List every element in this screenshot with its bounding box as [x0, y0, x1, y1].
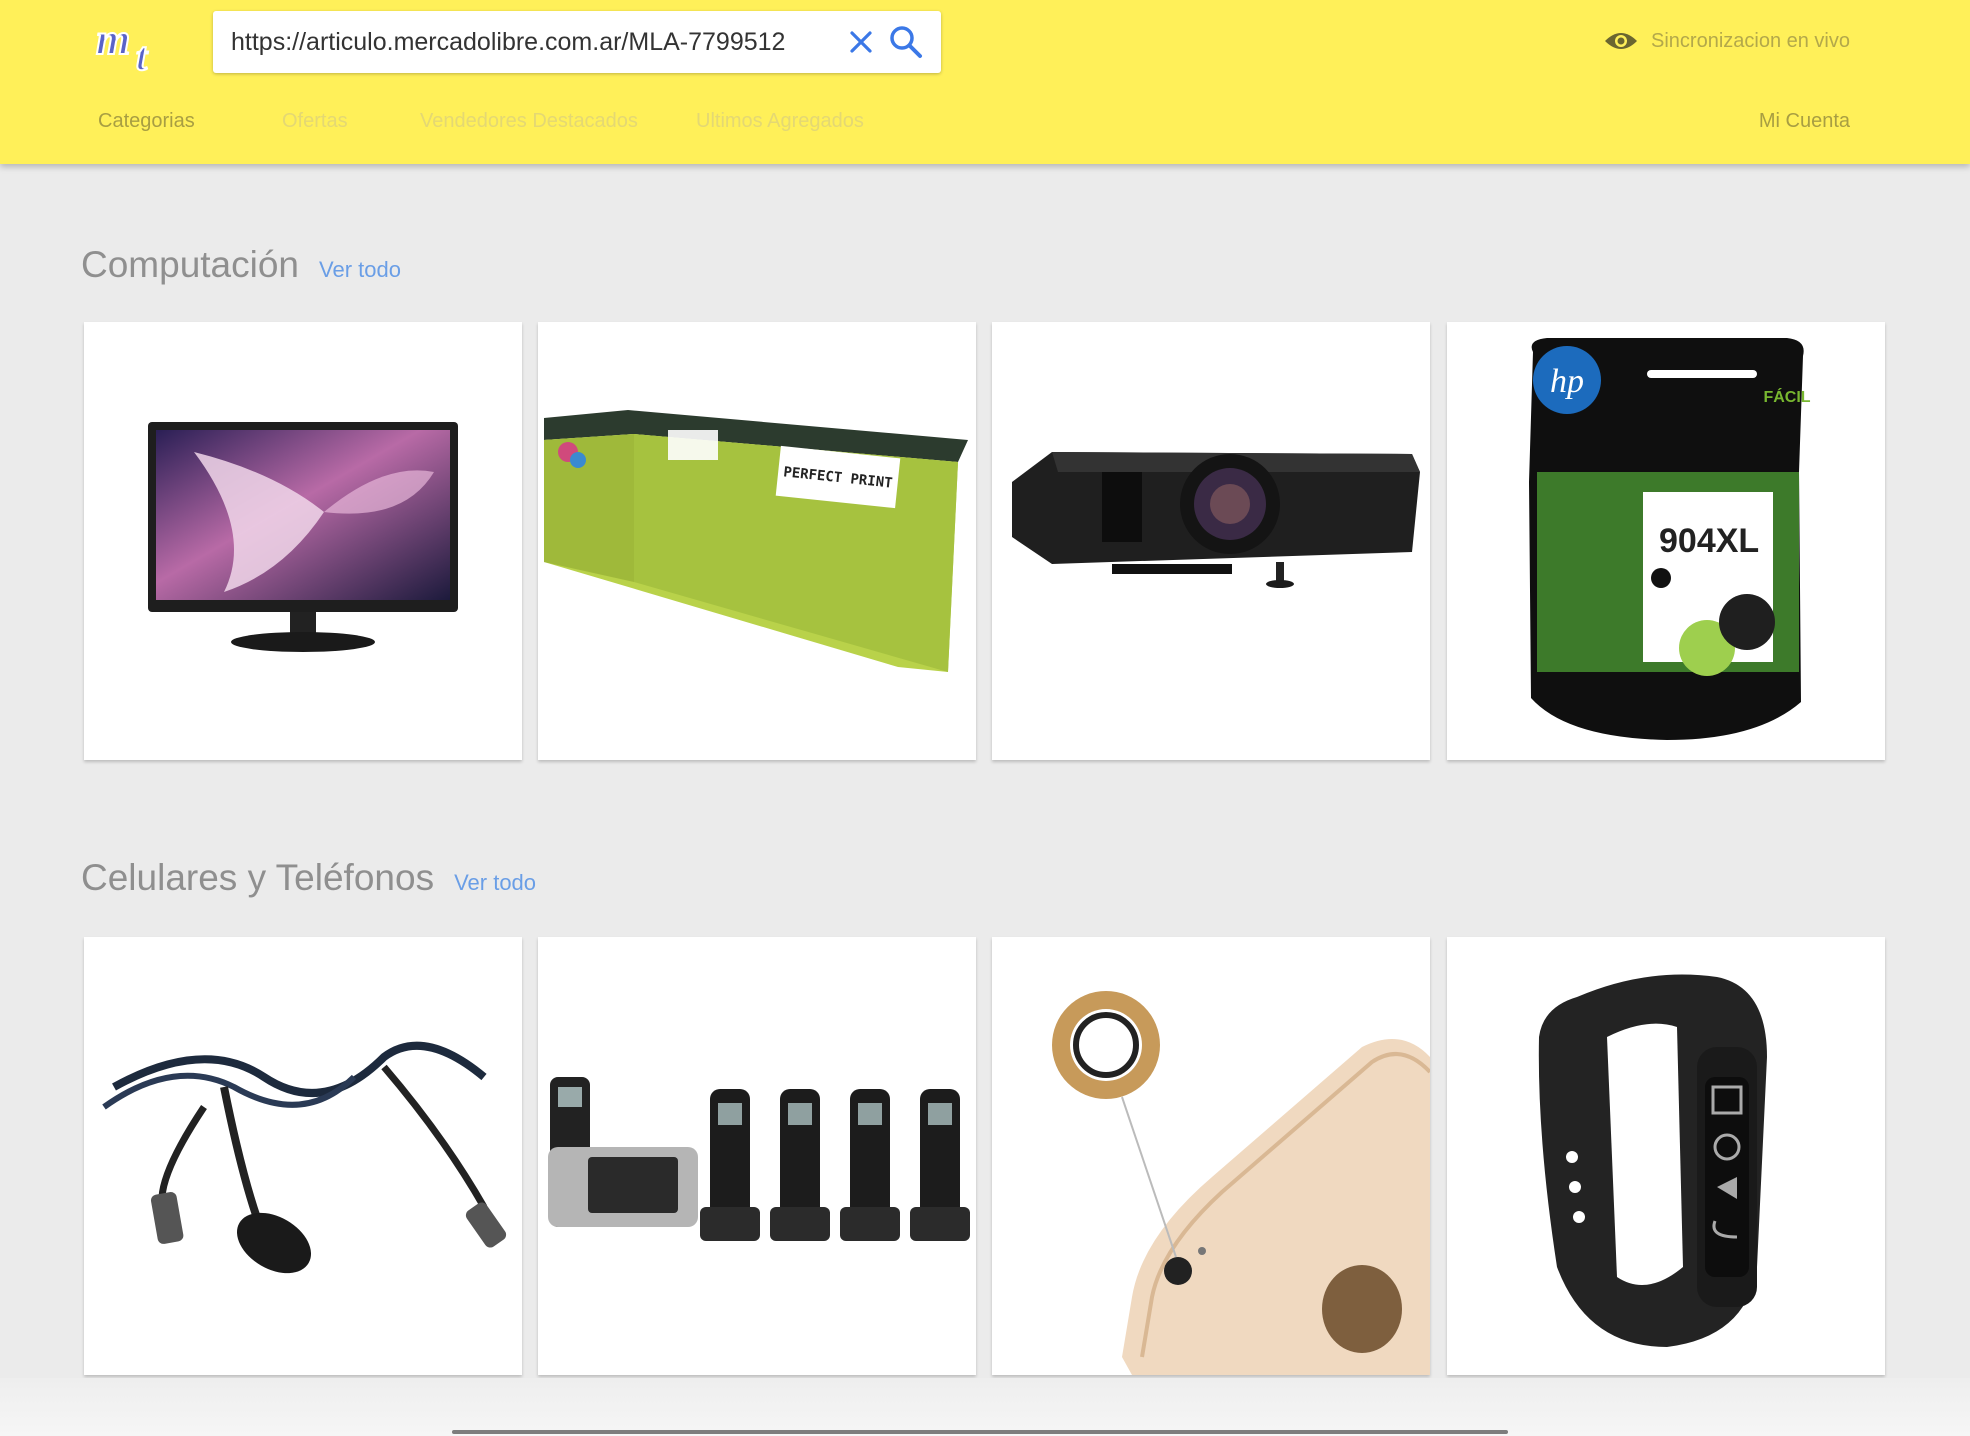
nav-vendedores-destacados[interactable]: Vendedores Destacados	[420, 110, 696, 133]
product-card-monitor[interactable]	[84, 322, 522, 760]
section-title: Celulares y Teléfonos	[81, 857, 435, 898]
header: m t Sincronizacion en vivo Categorias Of…	[0, 0, 1970, 164]
product-card-cable[interactable]	[84, 937, 522, 1375]
hp-brand: hp	[1550, 363, 1584, 400]
sync-label: Sincronizacion en vivo	[1651, 29, 1850, 52]
bottom-bar	[0, 1378, 1970, 1436]
product-card-lens[interactable]	[992, 937, 1430, 1375]
see-all-link[interactable]: Ver todo	[454, 870, 536, 896]
section-header-celulares: Celulares y Teléfonos Ver todo	[81, 857, 536, 899]
nav-ofertas[interactable]: Ofertas	[282, 110, 420, 133]
nav-categorias[interactable]: Categorias	[98, 110, 282, 133]
cable-image	[102, 1041, 507, 1274]
section-header-computacion: Computación Ver todo	[81, 244, 401, 286]
nav-ultimos-agregados[interactable]: Ultimos Agregados	[696, 110, 864, 133]
live-sync[interactable]: Sincronizacion en vivo	[1603, 26, 1850, 56]
search-input[interactable]	[231, 11, 841, 73]
smart-band-image	[1538, 974, 1767, 1347]
product-card-projector[interactable]	[992, 322, 1430, 760]
product-card-toner[interactable]: PERFECT PRINT	[538, 322, 976, 760]
model-number: 904XL	[1659, 522, 1759, 560]
toner-box-image: PERFECT PRINT	[544, 410, 968, 672]
eye-icon	[1605, 33, 1637, 49]
product-card-smartband[interactable]	[1447, 937, 1885, 1375]
projector-image	[1012, 452, 1420, 588]
svg-text:m: m	[96, 15, 130, 64]
cordless-phones-image	[548, 1077, 970, 1241]
search-box	[213, 11, 941, 73]
close-icon[interactable]	[843, 24, 879, 60]
product-card-phones[interactable]	[538, 937, 976, 1375]
svg-text:t: t	[136, 34, 149, 76]
hp-cartridge-image: hp FÁCIL 904XL	[1529, 338, 1811, 740]
see-all-link[interactable]: Ver todo	[319, 257, 401, 283]
my-account-link[interactable]: Mi Cuenta	[1759, 110, 1850, 133]
lens-protector-image	[1052, 991, 1430, 1375]
easy-badge: FÁCIL	[1763, 387, 1810, 406]
product-card-hp-ink[interactable]: hp FÁCIL 904XL	[1447, 322, 1885, 760]
monitor-image	[148, 422, 458, 652]
search-icon[interactable]	[886, 22, 926, 62]
main-nav: Categorias Ofertas Vendedores Destacados…	[98, 110, 864, 133]
scroll-indicator	[452, 1430, 1508, 1434]
section-title: Computación	[81, 244, 300, 285]
site-logo[interactable]: m t	[94, 14, 180, 76]
